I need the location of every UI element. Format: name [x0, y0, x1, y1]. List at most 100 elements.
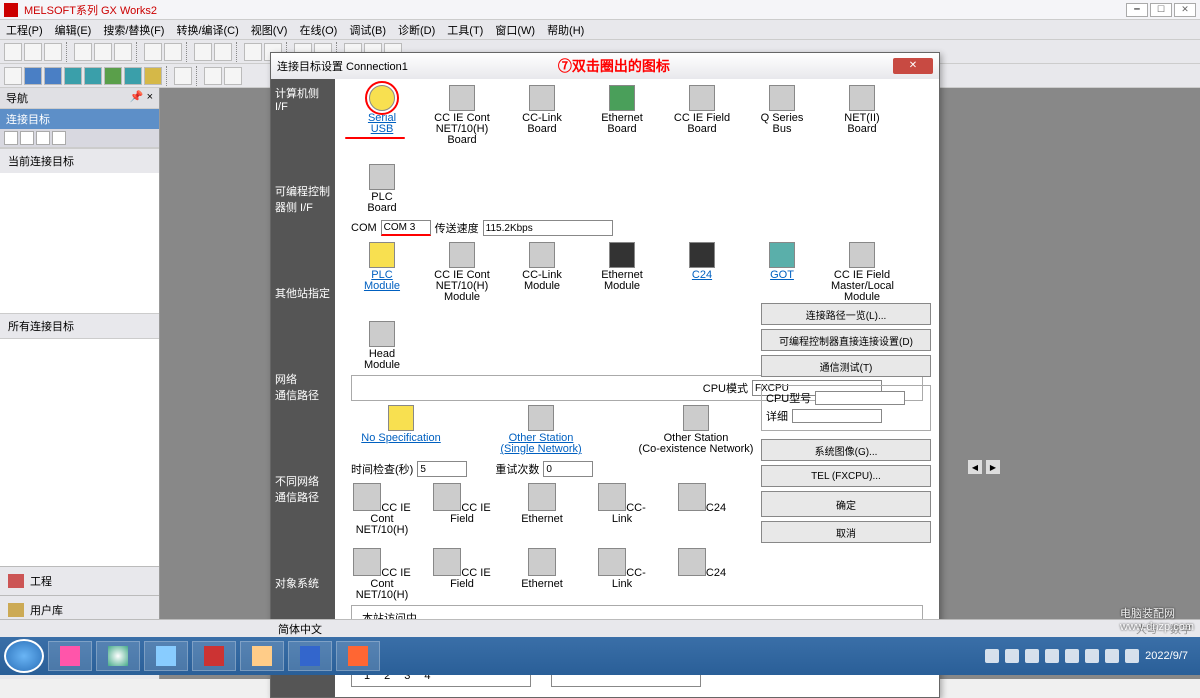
menu-compile[interactable]: 转换/编译(C) — [176, 22, 238, 38]
ok-button[interactable]: 确定 — [761, 491, 931, 517]
tb-copy-icon[interactable] — [94, 43, 112, 61]
sb-btn3-icon[interactable] — [36, 131, 50, 145]
maximize-button[interactable]: ☐ — [1150, 3, 1172, 17]
tb-replace-icon[interactable] — [214, 43, 232, 61]
tb-compile-icon[interactable] — [244, 43, 262, 61]
sys-img-button[interactable]: 系统图像(G)... — [761, 439, 931, 461]
cc-ie-field-board-icon[interactable]: CC IE Field Board — [671, 85, 733, 146]
menu-search[interactable]: 搜索/替换(F) — [103, 22, 164, 38]
tray-icon[interactable] — [1025, 649, 1039, 663]
tb-save-icon[interactable] — [44, 43, 62, 61]
net-ii-board-icon[interactable]: NET(II) Board — [831, 85, 893, 146]
tray-time[interactable]: 2022/9/7 — [1145, 650, 1188, 662]
other-station-single-icon[interactable]: Other Station (Single Network) — [491, 405, 591, 455]
task-word-icon[interactable] — [288, 641, 332, 671]
cc-ie-field-master-icon[interactable]: CC IE Field Master/Local Module — [831, 242, 893, 303]
sb-btn2-icon[interactable] — [20, 131, 34, 145]
menu-window[interactable]: 窗口(W) — [495, 22, 535, 38]
baud-value[interactable] — [483, 220, 613, 236]
tb-redo-icon[interactable] — [164, 43, 182, 61]
tb-find-icon[interactable] — [194, 43, 212, 61]
tray-volume-icon[interactable] — [1105, 649, 1119, 663]
tb-download-icon[interactable] — [204, 67, 222, 85]
tray-icon[interactable] — [1085, 649, 1099, 663]
task-sogou-icon[interactable] — [336, 641, 380, 671]
diff-cc-ie-cont-icon[interactable]: CC IE Cont NET/10(H) — [351, 548, 413, 601]
net-cc-ie-cont-icon[interactable]: CC IE Cont NET/10(H) — [351, 483, 413, 536]
tb-new-icon[interactable] — [4, 43, 22, 61]
tb-undo-icon[interactable] — [144, 43, 162, 61]
net-cc-ie-field-icon[interactable]: CC IE Field — [431, 483, 493, 536]
task-snip-icon[interactable] — [48, 641, 92, 671]
system-tray[interactable]: 2022/9/7 — [985, 649, 1196, 663]
tray-icon[interactable] — [1065, 649, 1079, 663]
dialog-close-button[interactable]: ✕ — [893, 58, 933, 74]
plc-module-icon[interactable]: PLC Module — [351, 242, 413, 303]
got-icon[interactable]: GOT — [751, 242, 813, 303]
pin-icon[interactable]: 📌 × — [130, 90, 153, 106]
diff-ethernet-icon[interactable]: Ethernet — [511, 548, 573, 601]
c24-icon[interactable]: C24 — [671, 242, 733, 303]
sidebar-section-conn[interactable]: 连接目标 — [0, 109, 159, 129]
menu-diagnosis[interactable]: 诊断(D) — [398, 22, 435, 38]
direct-set-button[interactable]: 可编程控制器直接连接设置(D) — [761, 329, 931, 351]
sb-btn1-icon[interactable] — [4, 131, 18, 145]
tb-upload-icon[interactable] — [224, 67, 242, 85]
tb-open-icon[interactable] — [24, 43, 42, 61]
sb-btn4-icon[interactable] — [52, 131, 66, 145]
other-station-coexist-icon[interactable]: Other Station (Co-existence Network) — [631, 405, 761, 455]
diff-c24-icon[interactable]: C24 — [671, 548, 733, 601]
cc-link-board-icon[interactable]: CC-Link Board — [511, 85, 573, 146]
tb-dev1-icon[interactable] — [64, 67, 82, 85]
diff-cc-link-icon[interactable]: CC-Link — [591, 548, 653, 601]
q-series-bus-icon[interactable]: Q Series Bus — [751, 85, 813, 146]
task-gxworks-icon[interactable] — [192, 641, 236, 671]
retry-input[interactable] — [543, 461, 593, 477]
comm-test-button[interactable]: 通信测试(T) — [761, 355, 931, 377]
scroll-right-icon[interactable]: ▶ — [985, 459, 1001, 475]
menu-edit[interactable]: 编辑(E) — [55, 22, 92, 38]
diff-cc-ie-field-icon[interactable]: CC IE Field — [431, 548, 493, 601]
menu-online[interactable]: 在线(O) — [299, 22, 337, 38]
task-explorer-icon[interactable] — [144, 641, 188, 671]
panel-project[interactable]: 工程 — [0, 566, 159, 595]
head-module-icon[interactable]: Head Module — [351, 321, 413, 371]
route-list-button[interactable]: 连接路径一览(L)... — [761, 303, 931, 325]
menu-debug[interactable]: 调试(B) — [349, 22, 386, 38]
tb-dev3-icon[interactable] — [124, 67, 142, 85]
net-c24-icon[interactable]: C24 — [671, 483, 733, 536]
cc-ie-cont-board-icon[interactable]: CC IE Cont NET/10(H) Board — [431, 85, 493, 146]
tb-project-icon[interactable] — [4, 67, 22, 85]
ethernet-module-icon[interactable]: Ethernet Module — [591, 242, 653, 303]
menu-tool[interactable]: 工具(T) — [447, 22, 483, 38]
tb-green-icon[interactable] — [104, 67, 122, 85]
tb-dev2-icon[interactable] — [84, 67, 102, 85]
tel-button[interactable]: TEL (FXCPU)... — [761, 465, 931, 487]
ethernet-board-icon[interactable]: Ethernet Board — [591, 85, 653, 146]
tray-icon[interactable] — [985, 649, 999, 663]
cancel-button[interactable]: 取消 — [761, 521, 931, 543]
tb-cut-icon[interactable] — [74, 43, 92, 61]
com-value[interactable] — [381, 220, 431, 236]
tb-param-icon[interactable] — [174, 67, 192, 85]
cc-ie-cont-module-icon[interactable]: CC IE Cont NET/10(H) Module — [431, 242, 493, 303]
details-input[interactable] — [792, 409, 882, 423]
cpu-type-input[interactable] — [815, 391, 905, 405]
sidebar-tree[interactable] — [0, 338, 159, 566]
task-chrome-icon[interactable] — [96, 641, 140, 671]
tray-network-icon[interactable] — [1125, 649, 1139, 663]
scroll-left-icon[interactable]: ◀ — [967, 459, 983, 475]
minimize-button[interactable]: ━ — [1126, 3, 1148, 17]
tb-blue2-icon[interactable] — [44, 67, 62, 85]
tb-paste-icon[interactable] — [114, 43, 132, 61]
menu-help[interactable]: 帮助(H) — [547, 22, 584, 38]
menu-project[interactable]: 工程(P) — [6, 22, 43, 38]
cc-link-module-icon[interactable]: CC-Link Module — [511, 242, 573, 303]
net-cc-link-icon[interactable]: CC-Link — [591, 483, 653, 536]
start-button[interactable] — [4, 639, 44, 673]
plc-board-icon[interactable]: PLC Board — [351, 164, 413, 214]
menu-view[interactable]: 视图(V) — [251, 22, 288, 38]
time-check-input[interactable] — [417, 461, 467, 477]
tray-icon[interactable] — [1005, 649, 1019, 663]
tray-icon[interactable] — [1045, 649, 1059, 663]
